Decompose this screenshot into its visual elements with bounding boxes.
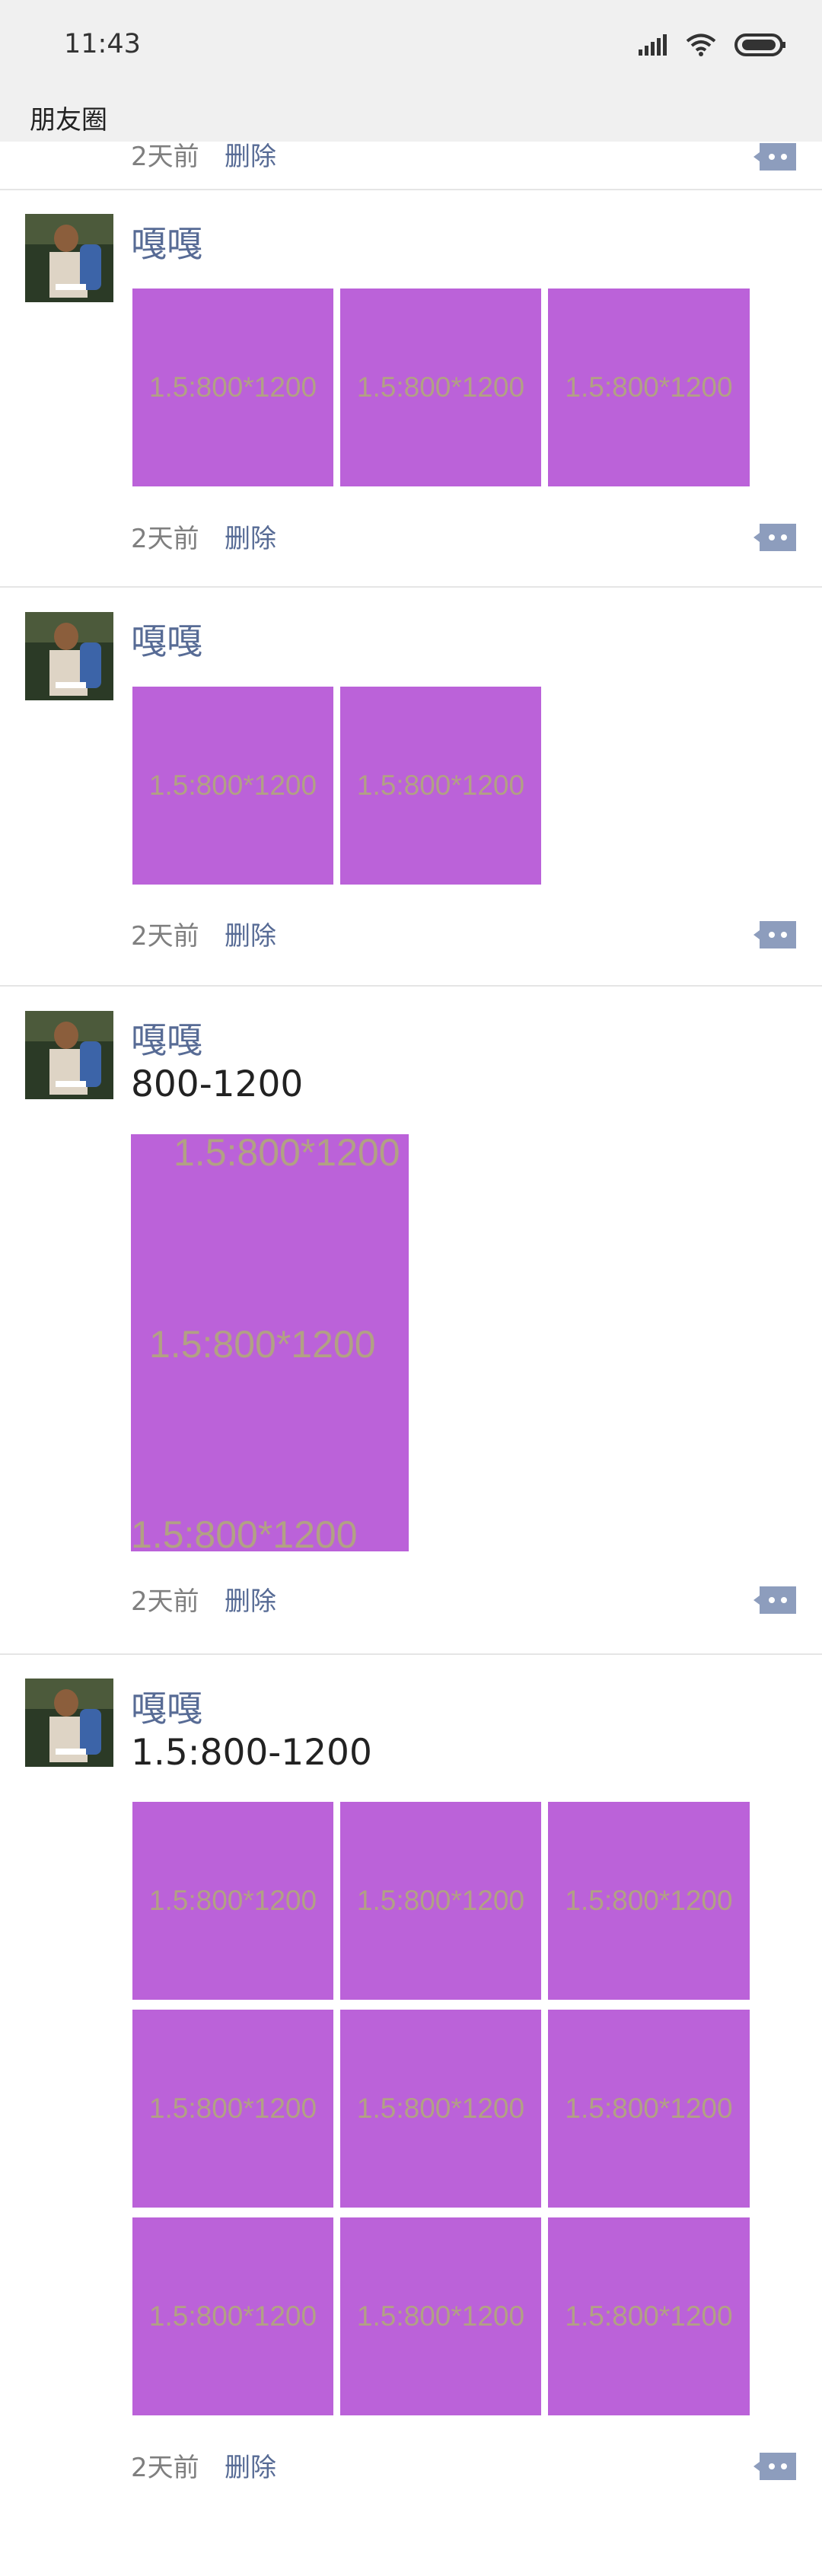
- avatar-image: [25, 1011, 113, 1099]
- photo-thumbnail[interactable]: 1.5:800*1200: [548, 289, 750, 486]
- username[interactable]: 嘎嘎: [131, 1011, 202, 1063]
- photo-thumbnail[interactable]: 1.5:800*1200: [132, 1802, 333, 2000]
- avatar-image: [25, 214, 113, 302]
- avatar[interactable]: [25, 1679, 113, 1767]
- avatar-image: [25, 612, 113, 700]
- comment-button[interactable]: [754, 524, 796, 551]
- photo-thumbnail[interactable]: 1.5:800*1200: [340, 2217, 541, 2415]
- battery-icon: [734, 33, 788, 60]
- post-timestamp: 2天前: [131, 1586, 199, 1617]
- feed-item: 嘎嘎 1.5:800-1200 1.5:800*1200 1.5:800*120…: [0, 1655, 822, 2576]
- photo-thumbnail[interactable]: 1.5:800*1200: [340, 1802, 541, 2000]
- username[interactable]: 嘎嘎: [131, 612, 202, 665]
- photo-thumbnail[interactable]: 1.5:800*1200: [548, 2010, 750, 2208]
- comment-button[interactable]: [754, 2453, 796, 2480]
- title-bar: 朋友圈: [0, 91, 822, 142]
- avatar[interactable]: [25, 612, 113, 700]
- feed-item: 嘎嘎 1.5:800*1200 1.5:800*1200 1.5:800*120…: [0, 190, 822, 588]
- avatar[interactable]: [25, 214, 113, 302]
- post-text: 1.5:800-1200: [131, 1732, 372, 1774]
- photo-thumbnail[interactable]: 1.5:800*1200: [340, 687, 541, 885]
- feed-item: 嘎嘎 1.5:800*1200 1.5:800*1200 2天前 删除: [0, 588, 822, 987]
- photo-thumbnail[interactable]: 1.5:800*1200: [132, 687, 333, 885]
- partial-feed-item: 2天前 删除: [0, 142, 822, 190]
- photo-label-bottom: 1.5:800*1200: [131, 1513, 358, 1556]
- photo-thumbnail[interactable]: 1.5:800*1200: [132, 289, 333, 486]
- post-timestamp: 2天前: [131, 2453, 199, 2483]
- comment-button[interactable]: [754, 143, 796, 171]
- status-icons: [619, 31, 788, 62]
- page-title: 朋友圈: [30, 105, 107, 135]
- post-timestamp: 2天前: [131, 921, 199, 952]
- status-bar: 11:43: [0, 0, 822, 91]
- photo-thumbnail[interactable]: 1.5:800*1200 1.5:800*1200 1.5:800*1200: [131, 1131, 409, 1556]
- status-time: 11:43: [64, 29, 141, 59]
- delete-link[interactable]: 删除: [225, 142, 276, 173]
- photo-thumbnail[interactable]: 1.5:800*1200: [132, 2010, 333, 2208]
- photo-thumbnail[interactable]: 1.5:800*1200: [340, 2010, 541, 2208]
- comment-button[interactable]: [754, 921, 796, 948]
- avatar[interactable]: [25, 1011, 113, 1099]
- comment-button[interactable]: [754, 1586, 796, 1614]
- delete-link[interactable]: 删除: [225, 2447, 276, 2484]
- post-timestamp: 2天前: [131, 524, 199, 554]
- photo-label-top: 1.5:800*1200: [174, 1131, 400, 1174]
- feed-item: 嘎嘎 800-1200 1.5:800*1200 1.5:800*1200 1.…: [0, 987, 822, 1655]
- photo-thumbnail[interactable]: 1.5:800*1200: [548, 1802, 750, 2000]
- photo-thumbnail[interactable]: 1.5:800*1200: [340, 289, 541, 486]
- username[interactable]: 嘎嘎: [131, 1679, 202, 1732]
- photo-label-center: 1.5:800*1200: [149, 1323, 376, 1366]
- signal-icon: [637, 34, 667, 59]
- avatar-image: [25, 1679, 113, 1767]
- wifi-icon: [686, 33, 716, 59]
- delete-link[interactable]: 删除: [225, 915, 276, 952]
- photo-thumbnail[interactable]: 1.5:800*1200: [548, 2217, 750, 2415]
- post-text: 800-1200: [131, 1063, 304, 1105]
- delete-link[interactable]: 删除: [225, 518, 276, 555]
- photo-thumbnail[interactable]: 1.5:800*1200: [132, 2217, 333, 2415]
- username[interactable]: 嘎嘎: [131, 215, 202, 267]
- post-timestamp: 2天前: [131, 142, 199, 172]
- delete-link[interactable]: 删除: [225, 1580, 276, 1618]
